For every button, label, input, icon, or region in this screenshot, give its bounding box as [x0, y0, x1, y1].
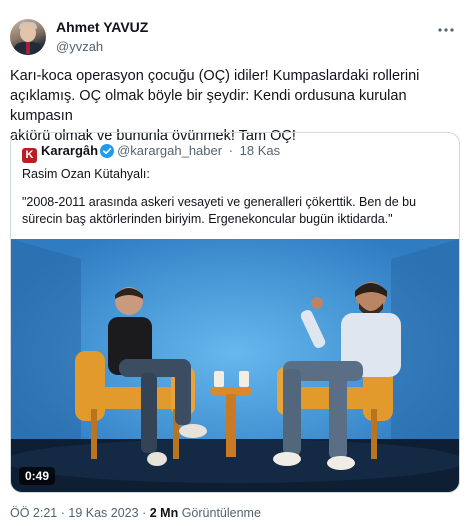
- author-handle[interactable]: @yvzah: [56, 39, 103, 54]
- view-count-label: Görüntülenme: [181, 506, 261, 520]
- quoted-tweet-text: Rasim Ozan Kütahyalı: "2008-2011 arasınd…: [22, 166, 450, 228]
- separator-dot: ·: [142, 506, 147, 520]
- tweet-header: Ahmet YAVUZ @yvzah: [10, 19, 459, 59]
- karargah-logo[interactable]: K: [22, 148, 37, 163]
- tweet-date[interactable]: 19 Kas 2023: [68, 506, 138, 520]
- quoted-tweet[interactable]: K Karargâh @karargah_haber · 18 Kas Rasim …: [10, 132, 460, 493]
- separator-dot: ·: [60, 506, 65, 520]
- author-avatar[interactable]: [10, 19, 46, 55]
- video-player[interactable]: 0:49: [11, 239, 459, 492]
- quote-line: sürecin baş aktörlerinden biriyim. Ergen…: [22, 212, 393, 226]
- video-duration-badge: 0:49: [19, 467, 56, 485]
- quote-speaker: Rasim Ozan Kütahyalı:: [22, 167, 150, 181]
- tweet-time[interactable]: ÖÖ 2:21: [10, 506, 57, 520]
- quote-line: "2008-2011 arasında askeri vesayeti ve g…: [22, 195, 417, 209]
- separator-dot: ·: [228, 143, 234, 158]
- quoted-tweet-header: K Karargâh @karargah_haber · 18 Kas: [22, 143, 280, 163]
- view-count: 2 Mn: [149, 506, 179, 520]
- author-name[interactable]: Ahmet YAVUZ: [56, 19, 148, 35]
- quoted-author-name[interactable]: Karargâh: [41, 143, 98, 158]
- tweet-text-line: açıklamış. OÇ olmak böyle bir şeydir: Ke…: [10, 88, 407, 124]
- tweet-meta: ÖÖ 2:21 · 19 Kas 2023 · 2 Mn Görüntülenm…: [10, 506, 261, 520]
- video-frame: [11, 239, 459, 492]
- more-horizontal-icon[interactable]: [437, 21, 455, 44]
- tweet-text-line: Karı-koca operasyon çocuğu (OÇ) idiler! …: [10, 68, 420, 84]
- quoted-tweet-date[interactable]: 18 Kas: [240, 143, 280, 158]
- verified-badge-icon: [100, 144, 115, 161]
- quoted-author-handle[interactable]: @karargah_haber: [117, 143, 222, 158]
